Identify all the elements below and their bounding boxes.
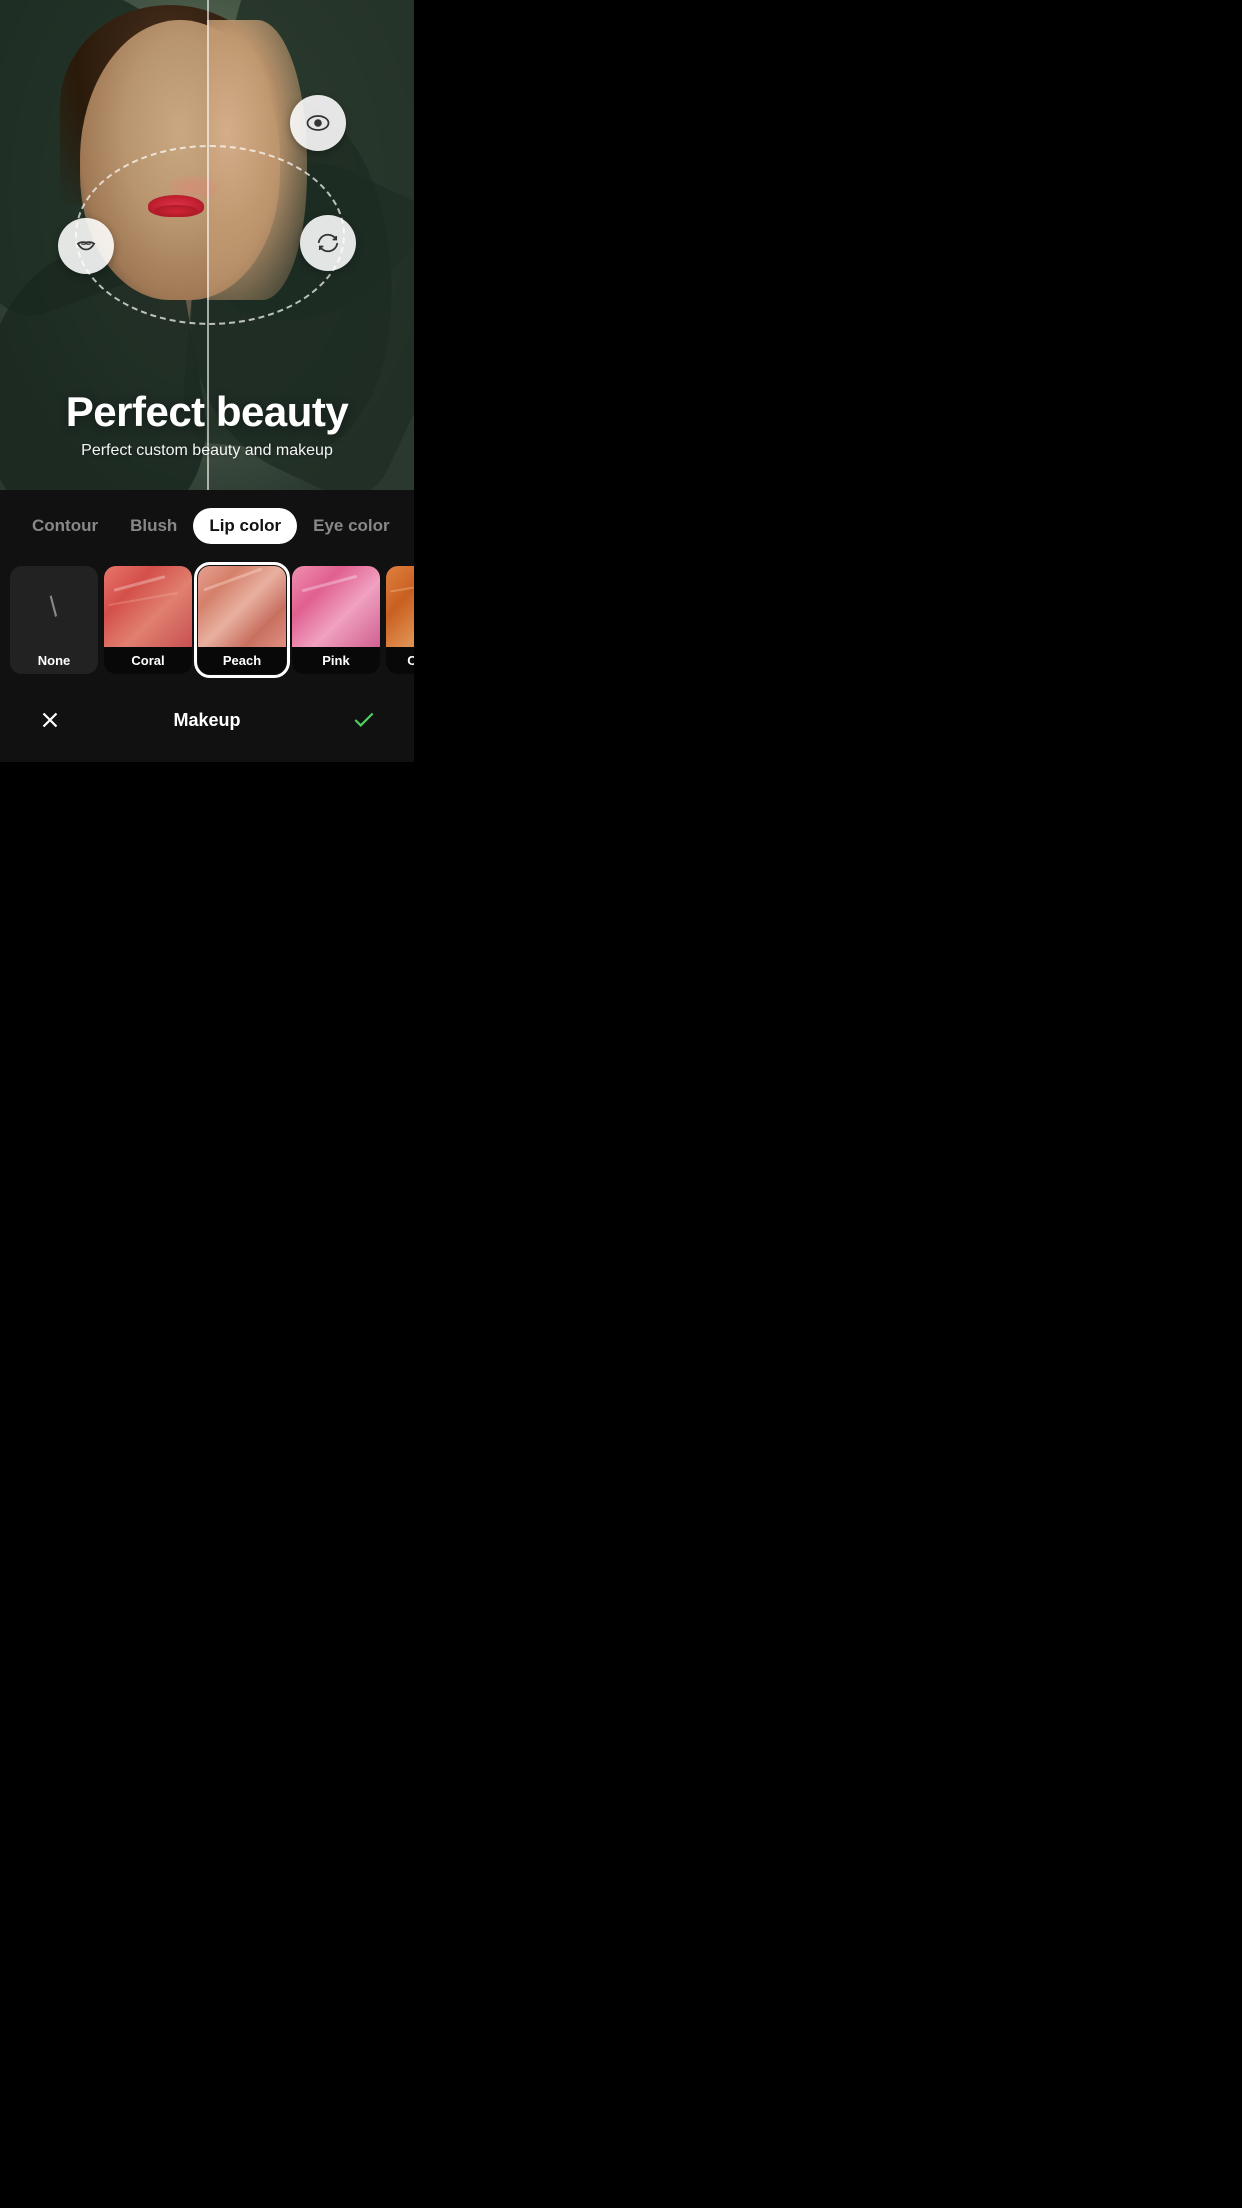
tab-eye-color[interactable]: Eye color xyxy=(297,508,406,544)
swatch-orange[interactable]: Orange xyxy=(386,566,414,674)
color-swatches-row: / None Coral Peach Pink xyxy=(0,556,414,684)
swatch-coral-label: Coral xyxy=(131,653,164,668)
bottom-panel: Contour Blush Lip color Eye color Eyebr … xyxy=(0,490,414,762)
close-icon xyxy=(37,707,63,733)
swatch-pink-label: Pink xyxy=(322,653,349,668)
swatch-none[interactable]: / None xyxy=(10,566,98,674)
photo-subtext: Perfect custom beauty and makeup xyxy=(0,442,414,460)
swatch-none-preview: / xyxy=(10,566,98,647)
swatch-coral-label-area: Coral xyxy=(104,647,192,674)
photo-headline: Perfect beauty xyxy=(0,388,414,436)
swatch-peach-label-area: Peach xyxy=(198,647,286,674)
lips-icon xyxy=(72,232,100,260)
eye-control-button[interactable] xyxy=(290,95,346,151)
tab-lip-color[interactable]: Lip color xyxy=(193,508,297,544)
swatch-orange-label-area: Orange xyxy=(386,647,414,674)
swatch-pink[interactable]: Pink xyxy=(292,566,380,674)
toolbar-title: Makeup xyxy=(173,710,240,731)
tab-blush[interactable]: Blush xyxy=(114,508,193,544)
bottom-toolbar: Makeup xyxy=(0,684,414,762)
swatch-pink-preview xyxy=(292,566,380,647)
cancel-button[interactable] xyxy=(28,698,72,742)
checkmark-icon xyxy=(351,707,377,733)
swatch-peach-label: Peach xyxy=(223,653,261,668)
swatch-none-label: None xyxy=(38,653,71,668)
refresh-icon xyxy=(314,229,342,257)
eye-icon xyxy=(304,109,332,137)
none-icon: / xyxy=(43,591,66,623)
swatch-peach-preview xyxy=(198,566,286,647)
swatch-coral-preview xyxy=(104,566,192,647)
category-tabs: Contour Blush Lip color Eye color Eyebr xyxy=(0,490,414,556)
photo-section: Perfect beauty Perfect custom beauty and… xyxy=(0,0,414,490)
refresh-control-button[interactable] xyxy=(300,215,356,271)
swatch-orange-preview xyxy=(386,566,414,647)
photo-text-overlay: Perfect beauty Perfect custom beauty and… xyxy=(0,388,414,460)
swatch-orange-label: Orange xyxy=(407,653,414,668)
tab-eyebrow[interactable]: Eyebr xyxy=(406,508,414,544)
lip-control-button[interactable] xyxy=(58,218,114,274)
tab-contour[interactable]: Contour xyxy=(16,508,114,544)
swatch-coral[interactable]: Coral xyxy=(104,566,192,674)
swatch-pink-label-area: Pink xyxy=(292,647,380,674)
swatch-peach[interactable]: Peach xyxy=(198,566,286,674)
swatch-none-label-area: None xyxy=(10,647,98,674)
confirm-button[interactable] xyxy=(342,698,386,742)
